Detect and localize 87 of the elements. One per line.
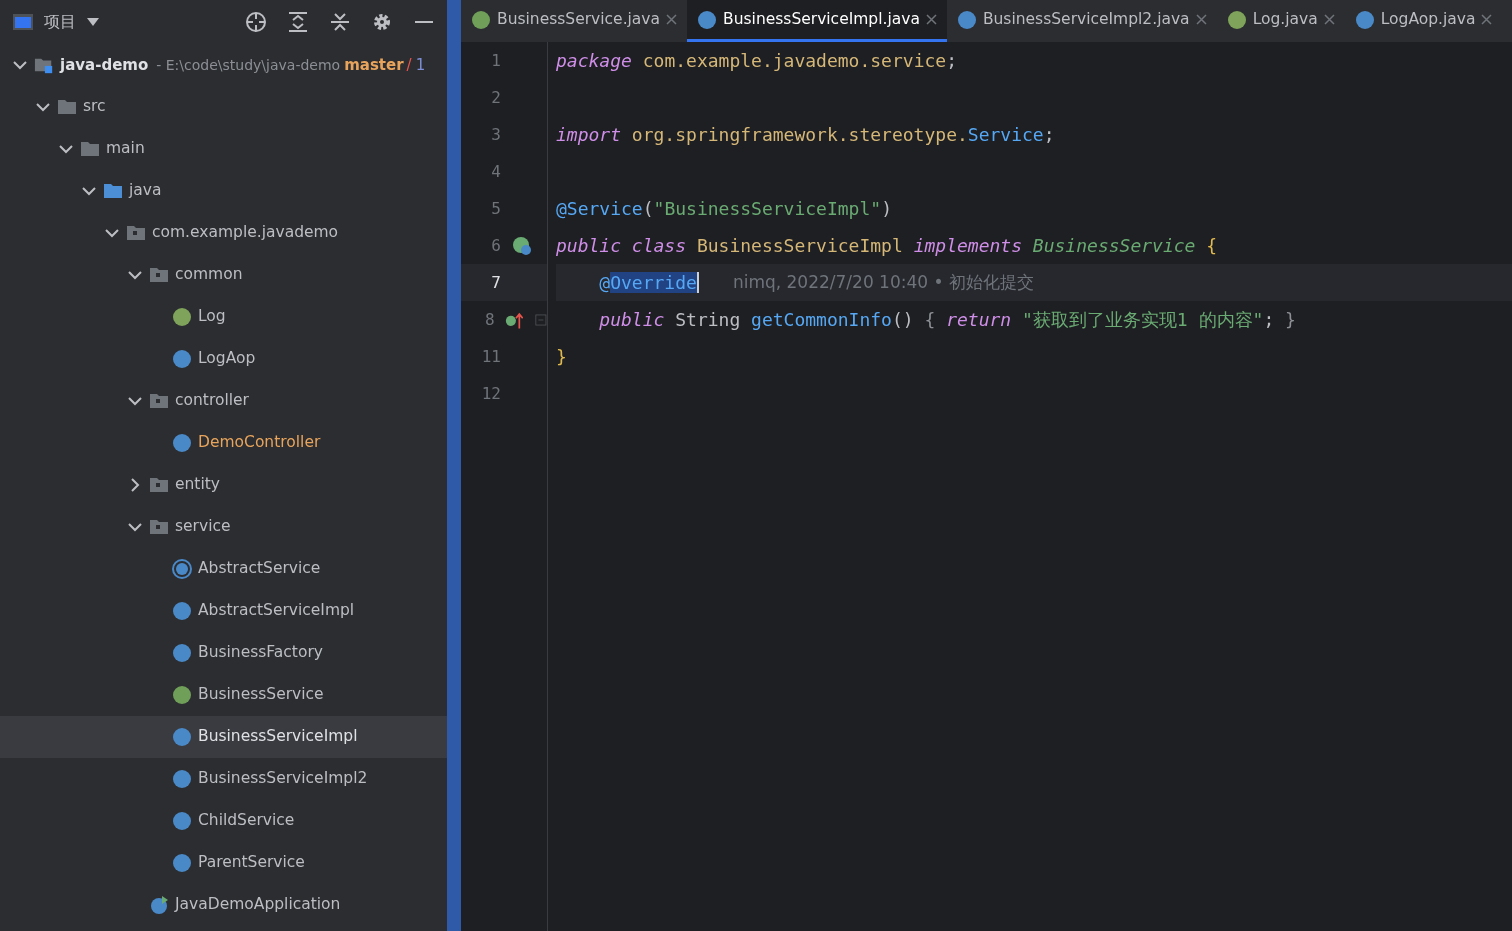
tree-item[interactable]: com.example.javademo [0,212,447,254]
project-path: - E:\code\study\java-demo [156,55,341,75]
code-line: public String getCommonInfo() { return "获取到了业务实现1 的内容"; } [598,308,1296,332]
package-icon [149,391,169,411]
class-icon [172,601,192,621]
tree-item[interactable]: AbstractServiceImpl [0,590,447,632]
line-number: 3 [490,123,501,146]
line-number: 4 [490,160,501,183]
tree-item[interactable]: entity [0,464,447,506]
abstract-class-icon [172,559,192,579]
close-icon[interactable] [1323,14,1335,25]
class-icon [172,433,192,453]
class-icon [1354,9,1375,30]
folder-icon [103,181,123,201]
tree-item[interactable]: Log [0,296,447,338]
tree-item[interactable]: common [0,254,447,296]
blame-annotation: nimq, 2022/7/20 10:40 • 初始化提交 [732,270,1034,294]
line-number: 12 [480,382,501,405]
separator-text: / [406,54,412,76]
tree-item[interactable]: LogAop [0,338,447,380]
tree-item[interactable]: java [0,170,447,212]
annotation-icon [1226,9,1247,30]
close-icon[interactable] [925,14,937,25]
editor-tab[interactable]: LogAop.java [1344,0,1503,42]
tree-item[interactable]: BusinessServiceImpl2 [0,758,447,800]
code-line: @Override [598,271,699,295]
project-name: java-demo [60,54,149,76]
editor-tab[interactable]: BusinessServiceImpl.java [687,0,947,42]
class-icon [172,769,192,789]
package-icon [149,517,169,537]
code-line: package com.example.javademo.service; [556,49,957,73]
editor-tab[interactable]: Log.java [1216,0,1345,42]
expand-all-icon[interactable] [287,11,309,33]
line-number: 8 [484,308,495,331]
line-number: 11 [480,345,501,368]
panel-title[interactable]: 项目 [44,10,76,34]
line-number: 1 [490,49,501,72]
folder-icon [57,97,77,117]
scrollbar[interactable] [447,0,461,931]
implements-icon[interactable] [511,234,533,257]
interface-icon [471,9,491,30]
class-icon [172,811,192,831]
package-icon [149,265,169,285]
tree-item[interactable]: BusinessServiceImpl [0,716,447,758]
class-icon [697,9,718,30]
close-icon[interactable] [1195,14,1207,25]
close-icon[interactable] [1481,14,1493,25]
tree-item[interactable]: main [0,128,447,170]
tree-item[interactable]: src [0,86,447,128]
git-branch: master [344,54,404,76]
tree-item[interactable]: AbstractService [0,548,447,590]
package-icon [149,475,169,495]
application-icon [149,895,169,915]
class-icon [956,9,977,30]
code-line: public class BusinessServiceImpl implements BusinessService { [556,234,1218,258]
line-number: 6 [490,234,501,257]
locate-icon[interactable] [245,11,267,33]
collapse-all-icon[interactable] [329,11,351,33]
editor-tab[interactable]: BusinessService.java [461,0,688,42]
editor-tab[interactable]: BusinessServiceImpl2.java [946,0,1217,42]
line-number: 7 [490,271,501,294]
tree-item[interactable]: service [0,506,447,548]
folder-icon [80,139,100,159]
tree-item[interactable]: BusinessService [0,674,447,716]
line-number: 5 [490,197,501,220]
interface-icon [172,685,192,705]
project-icon[interactable] [12,13,34,31]
class-icon [172,853,192,873]
code-line: } [556,345,567,369]
tree-item[interactable]: ParentService [0,842,447,884]
tree-item[interactable]: DemoController [0,422,447,464]
tree-item[interactable]: JavaDemoApplication [0,884,447,926]
class-icon [172,643,192,663]
code-line: @Service("BusinessServiceImpl") [556,197,892,221]
tree-item[interactable]: BusinessFactory [0,632,447,674]
class-icon [172,349,192,369]
close-icon[interactable] [666,14,678,25]
dropdown-icon[interactable] [86,17,100,27]
tree-item[interactable]: ChildService [0,800,447,842]
code-line: import org.springframework.stereotype.Service; [556,123,1055,147]
package-icon [126,223,146,243]
count-text: 1 [415,54,426,76]
class-icon [172,727,192,747]
annotation-icon [172,307,192,327]
settings-icon[interactable] [371,11,393,33]
tree-item[interactable]: controller [0,380,447,422]
line-number: 2 [490,86,501,109]
